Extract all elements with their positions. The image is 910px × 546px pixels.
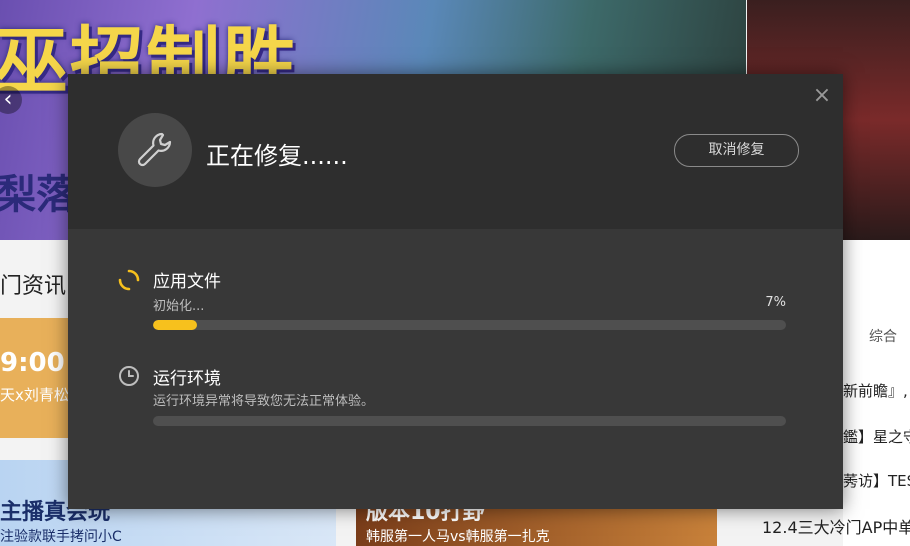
side-news-item[interactable]: 新前瞻』, <box>843 380 908 401</box>
news-heading: 门资讯 <box>0 274 67 299</box>
dialog-header: × 正在修复...... 取消修复 <box>68 74 843 229</box>
side-news-item[interactable]: 鑑】星之守 <box>843 426 910 447</box>
news-card-desc: 天x刘青松 <box>0 386 69 404</box>
progress-track <box>153 320 786 330</box>
banner-prev-icon[interactable]: ‹ <box>0 86 22 114</box>
dialog-title: 正在修复...... <box>206 142 348 170</box>
item-status: 初始化... <box>153 299 205 314</box>
loading-spinner-icon <box>118 269 140 291</box>
clock-icon <box>118 365 140 387</box>
news-card-desc: 韩服第一人马vs韩服第一扎克 <box>366 529 550 545</box>
item-name: 应用文件 <box>153 272 221 292</box>
progress-track <box>153 416 786 426</box>
progress-fill <box>153 320 198 330</box>
side-news-item[interactable]: 12.4三大冷门AP中单 <box>762 514 910 538</box>
item-name: 运行环境 <box>153 369 221 389</box>
side-news-item[interactable]: 莠访】TES <box>843 470 910 491</box>
news-card[interactable]: 9:00 B 天x刘青松 <box>0 318 70 438</box>
news-card-desc: 注验款联手拷问小C <box>0 529 122 545</box>
wrench-icon <box>118 113 192 187</box>
news-card-title: 9:00 B <box>0 348 70 378</box>
tab-general[interactable]: 综合 <box>869 326 897 346</box>
banner-subtitle: 梨落 <box>0 172 76 218</box>
repair-dialog: × 正在修复...... 取消修复 应用文件 初始化... 7% 运行环境 运行… <box>68 74 843 509</box>
cancel-repair-button[interactable]: 取消修复 <box>674 134 799 167</box>
item-status: 运行环境异常将导致您无法正常体验。 <box>153 394 375 409</box>
item-percent: 7% <box>765 295 786 310</box>
repair-items: 应用文件 初始化... 7% 运行环境 运行环境异常将导致您无法正常体验。 <box>68 229 843 509</box>
close-icon[interactable]: × <box>812 85 832 107</box>
